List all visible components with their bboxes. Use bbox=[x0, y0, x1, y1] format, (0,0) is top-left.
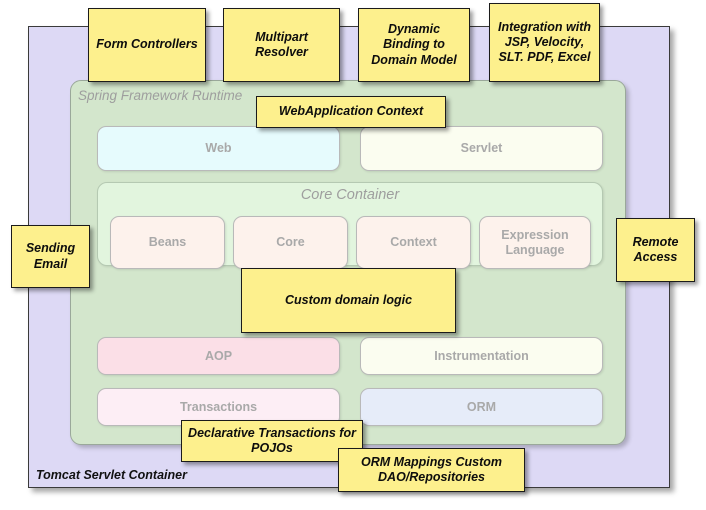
note-sending-email-text: Sending Email bbox=[25, 241, 76, 271]
note-multipart-resolver-text: Multipart Resolver bbox=[255, 29, 308, 59]
module-web: Web bbox=[97, 126, 340, 171]
note-form-controllers-text: Form Controllers bbox=[96, 37, 198, 52]
note-dynamic-binding-text: Dynamic Binding to Domain Model bbox=[371, 22, 457, 67]
module-aop-label: AOP bbox=[204, 348, 233, 363]
note-integration-text: Integration with JSP, Velocity, SLT. PDF… bbox=[497, 19, 592, 65]
module-instrumentation: Instrumentation bbox=[360, 337, 603, 375]
core-container-label: Core Container bbox=[300, 187, 400, 203]
note-declarative-transactions: Declarative Transactions for POJOs bbox=[181, 420, 363, 462]
module-beans: Beans bbox=[110, 216, 225, 269]
diagram-canvas: Spring Framework Runtime Web Servlet Cor… bbox=[0, 0, 706, 510]
module-core: Core bbox=[233, 216, 348, 269]
spring-framework-runtime-label: Spring Framework Runtime bbox=[78, 88, 243, 103]
note-integration: Integration with JSP, Velocity, SLT. PDF… bbox=[489, 3, 600, 82]
tomcat-servlet-container-label: Tomcat Servlet Container bbox=[36, 468, 187, 482]
module-orm: ORM bbox=[360, 388, 603, 426]
note-sending-email: Sending Email bbox=[11, 225, 90, 288]
module-context: Context bbox=[356, 216, 471, 269]
module-servlet: Servlet bbox=[360, 126, 603, 171]
module-orm-label: ORM bbox=[466, 399, 497, 414]
module-expression-language-label: Expression Language bbox=[501, 227, 569, 257]
module-instrumentation-label: Instrumentation bbox=[434, 348, 529, 363]
module-core-label: Core bbox=[276, 235, 305, 250]
module-web-label: Web bbox=[205, 141, 232, 156]
note-orm-mappings-text: ORM Mappings Custom DAO/Repositories bbox=[361, 454, 502, 484]
note-declarative-transactions-text: Declarative Transactions for POJOs bbox=[188, 425, 356, 455]
note-remote-access-text: Remote Access bbox=[632, 234, 679, 264]
note-custom-domain-logic-text: Custom domain logic bbox=[284, 292, 413, 307]
note-remote-access: Remote Access bbox=[616, 218, 695, 282]
note-form-controllers: Form Controllers bbox=[88, 8, 206, 82]
note-webapplication-context: WebApplication Context bbox=[256, 96, 446, 128]
module-expression-language: Expression Language bbox=[479, 216, 591, 269]
module-transactions-label: Transactions bbox=[179, 399, 258, 414]
module-aop: AOP bbox=[97, 337, 340, 375]
module-context-label: Context bbox=[390, 235, 437, 250]
note-dynamic-binding: Dynamic Binding to Domain Model bbox=[358, 8, 470, 82]
note-multipart-resolver: Multipart Resolver bbox=[223, 8, 340, 82]
note-webapplication-context-text: WebApplication Context bbox=[278, 104, 424, 119]
note-orm-mappings: ORM Mappings Custom DAO/Repositories bbox=[338, 448, 525, 492]
module-servlet-label: Servlet bbox=[460, 141, 503, 156]
module-beans-label: Beans bbox=[148, 235, 187, 250]
note-custom-domain-logic: Custom domain logic bbox=[241, 268, 456, 333]
